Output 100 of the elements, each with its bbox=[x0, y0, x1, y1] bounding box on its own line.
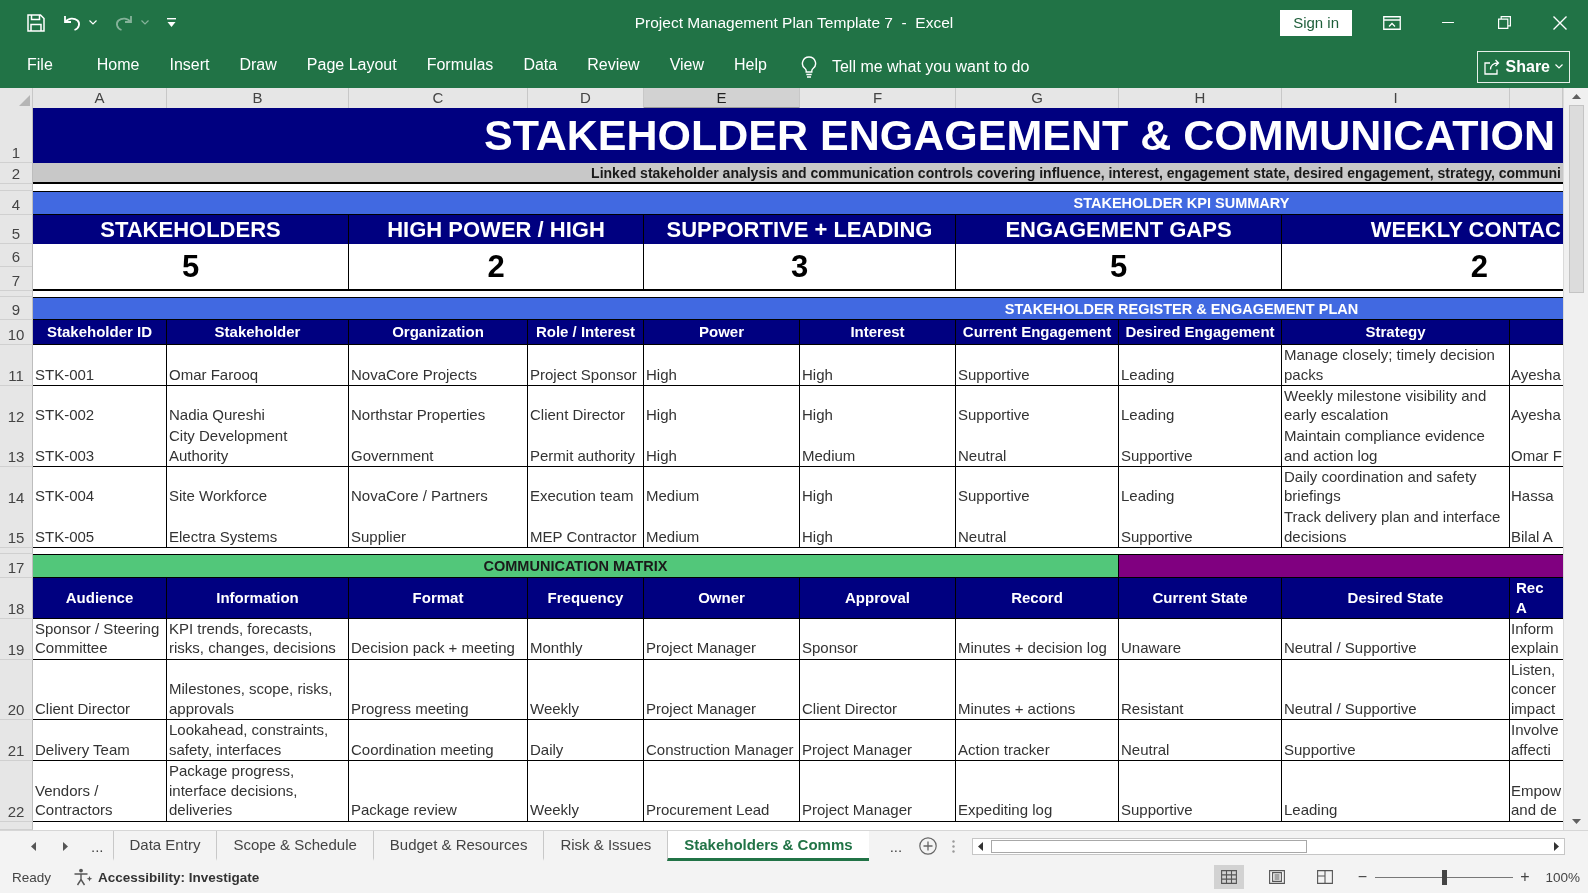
table-cell: Minutes + decision log bbox=[956, 618, 1119, 660]
row-number[interactable]: 11 bbox=[0, 345, 33, 386]
undo-icon[interactable] bbox=[63, 14, 81, 31]
ribbon-tab[interactable]: Help bbox=[719, 50, 782, 83]
column-header[interactable]: C bbox=[349, 88, 528, 109]
split-page-icon bbox=[1316, 870, 1333, 884]
kpi-label: STAKEHOLDERS bbox=[33, 215, 349, 244]
ribbon-tab[interactable]: Insert bbox=[154, 50, 225, 83]
minimize-icon[interactable] bbox=[1442, 21, 1454, 24]
sheet-subtitle: Linked stakeholder analysis and communication controls covering influence, interest, engagement state, desired engagement, strategy, communi bbox=[33, 163, 1563, 184]
kpi-label: SUPPORTIVE + LEADING bbox=[644, 215, 956, 244]
table-cell: Decision pack + meeting bbox=[349, 618, 528, 660]
ribbon-tab[interactable]: File bbox=[12, 50, 68, 83]
row-number[interactable]: 12 bbox=[0, 385, 33, 427]
tell-me-field[interactable]: Tell me what you want to do bbox=[831, 57, 1062, 76]
column-header[interactable]: B bbox=[167, 88, 349, 109]
ribbon-tab[interactable]: Data bbox=[508, 50, 573, 83]
row-number[interactable]: 19 bbox=[0, 618, 33, 660]
save-icon[interactable] bbox=[27, 13, 45, 32]
ribbon-display-icon[interactable] bbox=[1383, 15, 1401, 30]
ribbon-tab[interactable]: View bbox=[654, 50, 720, 83]
table-cell: Coordination meeting bbox=[349, 720, 528, 761]
accessibility-icon[interactable] bbox=[73, 868, 94, 886]
row-number[interactable]: 20 bbox=[0, 659, 33, 720]
table-heading: Stakeholder ID bbox=[33, 320, 167, 345]
normal-view-button[interactable] bbox=[1213, 865, 1244, 889]
ribbon-tab[interactable]: Draw bbox=[224, 50, 292, 83]
section-title: STAKEHOLDER REGISTER & ENGAGEMENT PLAN bbox=[33, 297, 1563, 320]
sheet-tab[interactable]: Stakeholders & Comms bbox=[667, 831, 869, 861]
table-heading: Format bbox=[349, 577, 528, 619]
row-number[interactable]: 4 bbox=[0, 191, 33, 215]
row-number[interactable]: 18 bbox=[0, 577, 33, 619]
ribbon-tab[interactable]: Review bbox=[572, 50, 655, 83]
table-heading: Desired Engagement bbox=[1119, 320, 1282, 345]
table-cell: Weekly milestone visibility and early escalation bbox=[1282, 385, 1510, 427]
row-number[interactable]: 5 bbox=[0, 215, 33, 244]
column-header[interactable]: G bbox=[956, 88, 1119, 109]
scroll-up-icon[interactable] bbox=[1571, 94, 1581, 99]
table-cell: Milestones, scope, risks, approvals bbox=[167, 659, 349, 720]
table-heading: Organization bbox=[349, 320, 528, 345]
column-header[interactable]: D bbox=[528, 88, 644, 109]
table-cell: Client Director bbox=[800, 659, 956, 720]
row-number[interactable]: 10 bbox=[0, 320, 33, 345]
scrollbar-thumb[interactable] bbox=[1568, 105, 1584, 293]
close-icon[interactable] bbox=[1553, 15, 1567, 30]
share-button[interactable]: Share bbox=[1476, 50, 1570, 83]
row-number[interactable]: 15 bbox=[0, 507, 33, 548]
row-number[interactable]: 13 bbox=[0, 426, 33, 467]
table-cell: Electra Systems bbox=[167, 507, 349, 548]
ribbon-tab[interactable]: Page Layout bbox=[291, 50, 412, 83]
column-header[interactable]: A bbox=[33, 88, 167, 109]
table-cell: MEP Contractor bbox=[528, 507, 644, 548]
next-sheet-icon[interactable] bbox=[63, 841, 68, 851]
row-number[interactable]: 14 bbox=[0, 466, 33, 508]
zoom-slider-thumb[interactable] bbox=[1442, 869, 1448, 885]
previous-sheet-icon[interactable] bbox=[31, 841, 36, 851]
column-header[interactable]: H bbox=[1119, 88, 1282, 109]
vertical-dots-icon[interactable] bbox=[952, 839, 956, 853]
column-header[interactable]: E bbox=[644, 88, 800, 109]
vertical-scrollbar[interactable] bbox=[1563, 88, 1588, 830]
table-cell: Delivery Team bbox=[33, 720, 167, 761]
table-cell: City Development Authority bbox=[167, 426, 349, 467]
row-number[interactable]: 1 bbox=[0, 108, 33, 163]
table-cell: Project Sponsor bbox=[528, 345, 644, 386]
more-sheets-button[interactable]: ... bbox=[880, 831, 912, 861]
row-number[interactable]: 2 bbox=[0, 163, 33, 184]
horizontal-scrollbar[interactable] bbox=[972, 837, 1566, 855]
table-cell: Minutes + actions bbox=[956, 659, 1119, 720]
table-cell: Supplier bbox=[349, 507, 528, 548]
table-cell: Supportive bbox=[956, 385, 1119, 427]
new-sheet-icon[interactable] bbox=[919, 837, 938, 855]
dropdown-icon[interactable] bbox=[167, 18, 176, 27]
zoom-in-button[interactable]: + bbox=[1518, 868, 1532, 886]
row-number[interactable]: 21 bbox=[0, 720, 33, 761]
restore-icon[interactable] bbox=[1497, 16, 1511, 29]
sheet-title: STAKEHOLDER ENGAGEMENT & COMMUNICATION bbox=[33, 108, 1563, 163]
column-header[interactable] bbox=[1510, 88, 1563, 109]
scroll-right-icon[interactable] bbox=[1554, 841, 1560, 851]
table-cell: Lookahead, constraints, safety, interfaces bbox=[167, 720, 349, 761]
table-cell: Action tracker bbox=[956, 720, 1119, 761]
row-number[interactable]: 9 bbox=[0, 297, 33, 320]
scroll-down-icon[interactable] bbox=[1571, 819, 1581, 824]
caret-icon[interactable] bbox=[89, 20, 97, 25]
table-cell: Leading bbox=[1119, 385, 1282, 427]
table-cell: Medium bbox=[644, 466, 800, 508]
scrollbar-thumb[interactable] bbox=[991, 839, 1308, 853]
lightbulb-icon[interactable] bbox=[800, 55, 817, 78]
scroll-left-icon[interactable] bbox=[978, 841, 984, 851]
row-number[interactable]: 17 bbox=[0, 553, 33, 578]
zoom-out-button[interactable]: − bbox=[1355, 868, 1370, 886]
accessibility-button[interactable]: Accessibility: Investigate bbox=[98, 869, 260, 885]
table-heading: Audience bbox=[33, 577, 167, 619]
ribbon-tab[interactable]: Formulas bbox=[411, 50, 509, 83]
ribbon-tab[interactable]: Home bbox=[81, 50, 155, 83]
more-sheets-button[interactable]: ... bbox=[82, 831, 113, 861]
column-header[interactable]: F bbox=[800, 88, 956, 109]
column-header[interactable]: I bbox=[1282, 88, 1510, 109]
row-number[interactable]: 22 bbox=[0, 761, 33, 822]
row-number[interactable]: 6 bbox=[0, 244, 32, 267]
sign-in-button[interactable]: Sign in bbox=[1280, 9, 1352, 36]
